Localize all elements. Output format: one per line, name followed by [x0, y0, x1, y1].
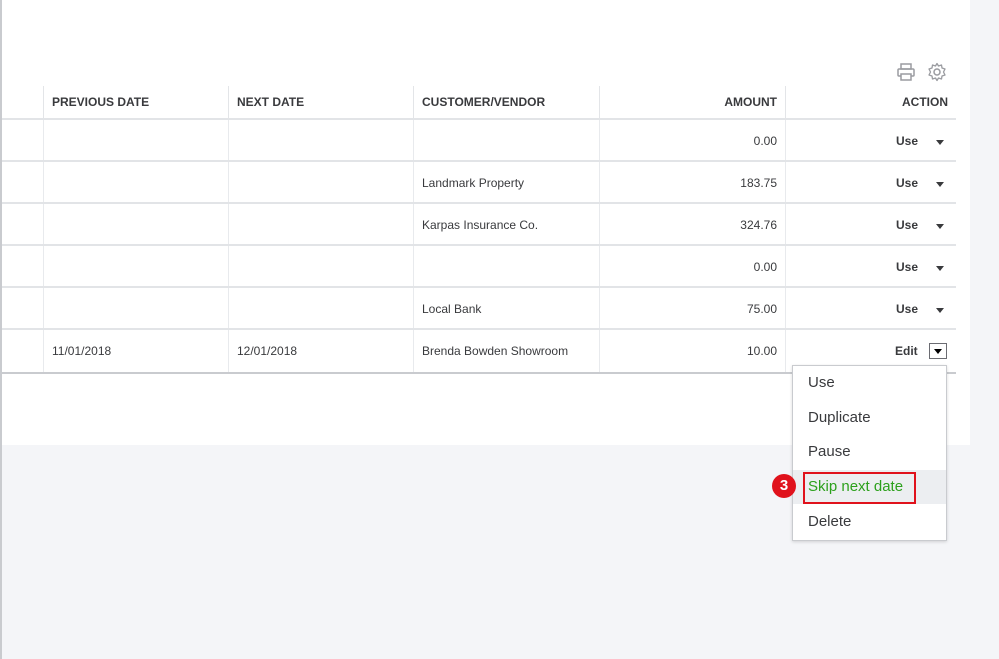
right-gutter: [970, 0, 999, 659]
chevron-down-icon[interactable]: [936, 182, 944, 187]
amount-cell: 10.00: [746, 344, 777, 358]
customer-vendor-cell: Local Bank: [422, 302, 482, 316]
column-separator: [599, 246, 600, 288]
use-link[interactable]: Use: [896, 288, 918, 330]
column-separator: [785, 86, 786, 118]
column-separator: [43, 162, 44, 204]
column-separator: [413, 246, 414, 288]
table-header: PREVIOUS DATE NEXT DATE CUSTOMER/VENDOR …: [2, 86, 956, 118]
column-separator: [413, 120, 414, 162]
gear-icon[interactable]: [927, 62, 947, 82]
action-dropdown-toggle[interactable]: [929, 343, 947, 359]
use-link[interactable]: Use: [896, 162, 918, 204]
column-separator: [43, 330, 44, 372]
column-separator: [785, 120, 786, 162]
column-separator: [785, 330, 786, 372]
previous-date-cell: 11/01/2018: [52, 344, 112, 358]
column-header-amount[interactable]: AMOUNT: [677, 86, 777, 118]
amount-cell: 0.00: [753, 134, 777, 148]
step-number-badge: 3: [772, 474, 796, 498]
column-separator: [785, 288, 786, 330]
column-separator: [228, 162, 229, 204]
column-separator: [599, 120, 600, 162]
print-icon[interactable]: [896, 62, 916, 82]
chevron-down-icon[interactable]: [936, 224, 944, 229]
use-link[interactable]: Use: [896, 246, 918, 288]
column-separator: [228, 86, 229, 118]
customer-vendor-cell: Brenda Bowden Showroom: [422, 344, 569, 358]
next-date-cell: 12/01/2018: [237, 344, 298, 358]
menu-item-duplicate[interactable]: Duplicate: [793, 401, 946, 435]
column-separator: [785, 162, 786, 204]
amount-cell: 75.00: [746, 302, 777, 316]
column-separator: [43, 204, 44, 246]
column-header-customer-vendor[interactable]: CUSTOMER/VENDOR: [422, 86, 545, 118]
table-row: Karpas Insurance Co. 324.76 Use: [2, 202, 956, 246]
column-separator: [413, 204, 414, 246]
column-separator: [413, 288, 414, 330]
customer-vendor-cell: Karpas Insurance Co.: [422, 218, 539, 232]
chevron-down-icon[interactable]: [936, 140, 944, 145]
table-row: Landmark Property 183.75 Use: [2, 160, 956, 204]
use-link[interactable]: Use: [896, 204, 918, 246]
column-separator: [228, 288, 229, 330]
column-separator: [228, 246, 229, 288]
column-separator: [228, 120, 229, 162]
column-separator: [43, 120, 44, 162]
menu-item-pause[interactable]: Pause: [793, 435, 946, 469]
column-separator: [413, 86, 414, 118]
table-row: Local Bank 75.00 Use: [2, 286, 956, 330]
customer-vendor-cell: Landmark Property: [422, 176, 525, 190]
column-separator: [785, 204, 786, 246]
amount-cell: 324.76: [740, 218, 777, 232]
column-separator: [228, 204, 229, 246]
table-row: 0.00 Use: [2, 118, 956, 162]
column-separator: [43, 86, 44, 118]
amount-cell: 183.75: [740, 176, 777, 190]
column-separator: [43, 246, 44, 288]
column-separator: [43, 288, 44, 330]
column-separator: [228, 330, 229, 372]
use-link[interactable]: Use: [896, 120, 918, 162]
column-separator: [599, 204, 600, 246]
action-dropdown-menu: Use Duplicate Pause Skip next date Delet…: [792, 365, 947, 541]
menu-item-use[interactable]: Use: [793, 366, 946, 400]
menu-item-delete[interactable]: Delete: [793, 505, 946, 539]
column-header-next-date[interactable]: NEXT DATE: [237, 86, 304, 118]
column-separator: [599, 288, 600, 330]
chevron-down-icon: [934, 349, 942, 354]
table-row: 0.00 Use: [2, 244, 956, 288]
annotation-highlight-box: [803, 472, 916, 504]
column-header-action: ACTION: [902, 95, 948, 109]
column-separator: [599, 86, 600, 118]
chevron-down-icon[interactable]: [936, 266, 944, 271]
column-separator: [413, 330, 414, 372]
column-separator: [599, 162, 600, 204]
column-header-previous-date[interactable]: PREVIOUS DATE: [52, 86, 149, 118]
amount-cell: 0.00: [753, 260, 777, 274]
chevron-down-icon[interactable]: [936, 308, 944, 313]
column-separator: [785, 246, 786, 288]
column-separator: [413, 162, 414, 204]
column-separator: [599, 330, 600, 372]
